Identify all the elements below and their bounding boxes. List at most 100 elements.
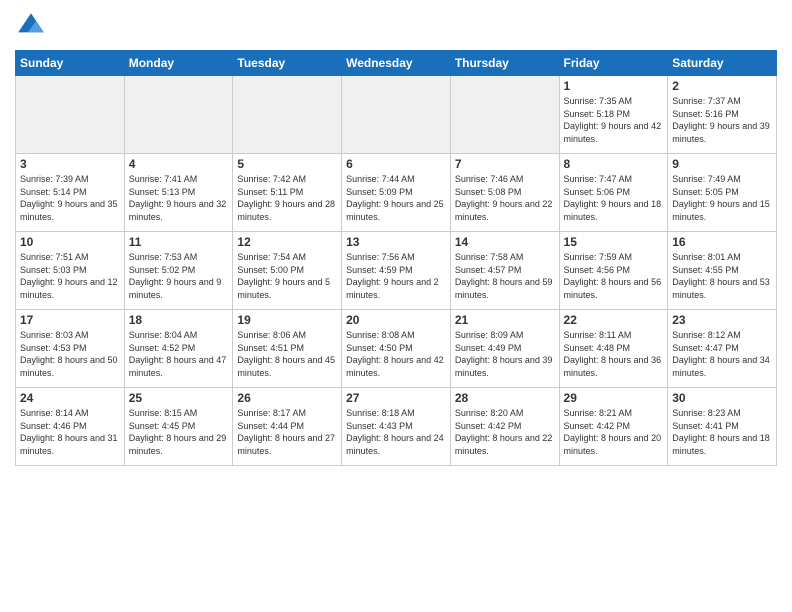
day-info: Sunrise: 7:41 AM Sunset: 5:13 PM Dayligh… [129, 173, 229, 223]
calendar-cell: 19 Sunrise: 8:06 AM Sunset: 4:51 PM Dayli… [233, 310, 342, 388]
day-info: Sunrise: 7:47 AM Sunset: 5:06 PM Dayligh… [564, 173, 664, 223]
calendar-cell: 9 Sunrise: 7:49 AM Sunset: 5:05 PM Daylig… [668, 154, 777, 232]
day-number: 1 [564, 79, 664, 93]
day-number: 22 [564, 313, 664, 327]
calendar-cell [124, 76, 233, 154]
calendar-cell [450, 76, 559, 154]
calendar-cell: 2 Sunrise: 7:37 AM Sunset: 5:16 PM Daylig… [668, 76, 777, 154]
day-info: Sunrise: 8:14 AM Sunset: 4:46 PM Dayligh… [20, 407, 120, 457]
day-info: Sunrise: 8:12 AM Sunset: 4:47 PM Dayligh… [672, 329, 772, 379]
calendar-cell: 17Sunrise: 8:03 AM Sunset: 4:53 PM Dayli… [16, 310, 125, 388]
calendar-cell: 16Sunrise: 8:01 AM Sunset: 4:55 PM Dayli… [668, 232, 777, 310]
calendar-cell [342, 76, 451, 154]
calendar-cell: 14Sunrise: 7:58 AM Sunset: 4:57 PM Dayli… [450, 232, 559, 310]
calendar-cell: 3 Sunrise: 7:39 AM Sunset: 5:14 PM Daylig… [16, 154, 125, 232]
day-info: Sunrise: 8:21 AM Sunset: 4:42 PM Dayligh… [564, 407, 664, 457]
day-info: Sunrise: 8:11 AM Sunset: 4:48 PM Dayligh… [564, 329, 664, 379]
calendar-cell: 18 Sunrise: 8:04 AM Sunset: 4:52 PM Dayli… [124, 310, 233, 388]
day-number: 10 [20, 235, 120, 249]
day-number: 24 [20, 391, 120, 405]
calendar-cell: 8 Sunrise: 7:47 AM Sunset: 5:06 PM Daylig… [559, 154, 668, 232]
day-info: Sunrise: 8:15 AM Sunset: 4:45 PM Dayligh… [129, 407, 229, 457]
day-info: Sunrise: 7:51 AM Sunset: 5:03 PM Dayligh… [20, 251, 120, 301]
page-container: SundayMondayTuesdayWednesdayThursdayFrid… [0, 0, 792, 476]
day-number: 16 [672, 235, 772, 249]
day-number: 9 [672, 157, 772, 171]
day-info: Sunrise: 7:37 AM Sunset: 5:16 PM Dayligh… [672, 95, 772, 145]
day-info: Sunrise: 8:17 AM Sunset: 4:44 PM Dayligh… [237, 407, 337, 457]
day-info: Sunrise: 7:56 AM Sunset: 4:59 PM Dayligh… [346, 251, 446, 301]
day-info: Sunrise: 8:06 AM Sunset: 4:51 PM Dayligh… [237, 329, 337, 379]
calendar-cell: 29 Sunrise: 8:21 AM Sunset: 4:42 PM Dayli… [559, 388, 668, 466]
calendar-header-monday: Monday [124, 51, 233, 76]
calendar-cell: 6Sunrise: 7:44 AM Sunset: 5:09 PM Daylig… [342, 154, 451, 232]
calendar-cell: 30Sunrise: 8:23 AM Sunset: 4:41 PM Dayli… [668, 388, 777, 466]
calendar-cell: 26 Sunrise: 8:17 AM Sunset: 4:44 PM Dayli… [233, 388, 342, 466]
calendar-header-wednesday: Wednesday [342, 51, 451, 76]
day-number: 26 [237, 391, 337, 405]
day-number: 18 [129, 313, 229, 327]
day-number: 15 [564, 235, 664, 249]
calendar-cell: 23 Sunrise: 8:12 AM Sunset: 4:47 PM Dayli… [668, 310, 777, 388]
calendar-body: 1 Sunrise: 7:35 AM Sunset: 5:18 PM Daylig… [16, 76, 777, 466]
calendar-cell: 7 Sunrise: 7:46 AM Sunset: 5:08 PM Daylig… [450, 154, 559, 232]
day-number: 21 [455, 313, 555, 327]
calendar-week-4: 24 Sunrise: 8:14 AM Sunset: 4:46 PM Dayli… [16, 388, 777, 466]
day-info: Sunrise: 7:46 AM Sunset: 5:08 PM Dayligh… [455, 173, 555, 223]
calendar-header-friday: Friday [559, 51, 668, 76]
calendar-header-sunday: Sunday [16, 51, 125, 76]
day-info: Sunrise: 7:39 AM Sunset: 5:14 PM Dayligh… [20, 173, 120, 223]
day-number: 20 [346, 313, 446, 327]
calendar-cell: 4 Sunrise: 7:41 AM Sunset: 5:13 PM Daylig… [124, 154, 233, 232]
calendar-cell [16, 76, 125, 154]
calendar-cell: 11 Sunrise: 7:53 AM Sunset: 5:02 PM Dayli… [124, 232, 233, 310]
day-number: 2 [672, 79, 772, 93]
calendar-cell [233, 76, 342, 154]
calendar-header-thursday: Thursday [450, 51, 559, 76]
day-number: 6 [346, 157, 446, 171]
calendar-week-1: 3 Sunrise: 7:39 AM Sunset: 5:14 PM Daylig… [16, 154, 777, 232]
day-info: Sunrise: 7:42 AM Sunset: 5:11 PM Dayligh… [237, 173, 337, 223]
day-number: 19 [237, 313, 337, 327]
calendar-cell: 22 Sunrise: 8:11 AM Sunset: 4:48 PM Dayli… [559, 310, 668, 388]
day-number: 13 [346, 235, 446, 249]
day-number: 8 [564, 157, 664, 171]
day-number: 3 [20, 157, 120, 171]
calendar-cell: 5 Sunrise: 7:42 AM Sunset: 5:11 PM Daylig… [233, 154, 342, 232]
day-info: Sunrise: 8:18 AM Sunset: 4:43 PM Dayligh… [346, 407, 446, 457]
calendar-week-2: 10 Sunrise: 7:51 AM Sunset: 5:03 PM Dayli… [16, 232, 777, 310]
calendar-cell: 1 Sunrise: 7:35 AM Sunset: 5:18 PM Daylig… [559, 76, 668, 154]
day-info: Sunrise: 7:53 AM Sunset: 5:02 PM Dayligh… [129, 251, 229, 301]
day-info: Sunrise: 8:04 AM Sunset: 4:52 PM Dayligh… [129, 329, 229, 379]
day-number: 11 [129, 235, 229, 249]
day-number: 5 [237, 157, 337, 171]
day-info: Sunrise: 8:20 AM Sunset: 4:42 PM Dayligh… [455, 407, 555, 457]
day-number: 14 [455, 235, 555, 249]
calendar-header-saturday: Saturday [668, 51, 777, 76]
calendar-cell: 20 Sunrise: 8:08 AM Sunset: 4:50 PM Dayli… [342, 310, 451, 388]
calendar-table: SundayMondayTuesdayWednesdayThursdayFrid… [15, 50, 777, 466]
day-number: 27 [346, 391, 446, 405]
calendar-cell: 13 Sunrise: 7:56 AM Sunset: 4:59 PM Dayli… [342, 232, 451, 310]
day-info: Sunrise: 8:09 AM Sunset: 4:49 PM Dayligh… [455, 329, 555, 379]
day-number: 29 [564, 391, 664, 405]
calendar-header-row: SundayMondayTuesdayWednesdayThursdayFrid… [16, 51, 777, 76]
logo-icon [15, 10, 47, 42]
calendar-cell: 25Sunrise: 8:15 AM Sunset: 4:45 PM Dayli… [124, 388, 233, 466]
calendar-cell: 24 Sunrise: 8:14 AM Sunset: 4:46 PM Dayli… [16, 388, 125, 466]
calendar-cell: 27 Sunrise: 8:18 AM Sunset: 4:43 PM Dayli… [342, 388, 451, 466]
page-header [15, 10, 777, 42]
day-number: 17 [20, 313, 120, 327]
calendar-cell: 10 Sunrise: 7:51 AM Sunset: 5:03 PM Dayli… [16, 232, 125, 310]
calendar-cell: 15Sunrise: 7:59 AM Sunset: 4:56 PM Dayli… [559, 232, 668, 310]
day-number: 7 [455, 157, 555, 171]
logo [15, 10, 51, 42]
day-info: Sunrise: 7:49 AM Sunset: 5:05 PM Dayligh… [672, 173, 772, 223]
day-number: 23 [672, 313, 772, 327]
calendar-week-0: 1 Sunrise: 7:35 AM Sunset: 5:18 PM Daylig… [16, 76, 777, 154]
day-number: 4 [129, 157, 229, 171]
day-number: 30 [672, 391, 772, 405]
day-info: Sunrise: 8:08 AM Sunset: 4:50 PM Dayligh… [346, 329, 446, 379]
calendar-header-tuesday: Tuesday [233, 51, 342, 76]
day-info: Sunrise: 7:35 AM Sunset: 5:18 PM Dayligh… [564, 95, 664, 145]
